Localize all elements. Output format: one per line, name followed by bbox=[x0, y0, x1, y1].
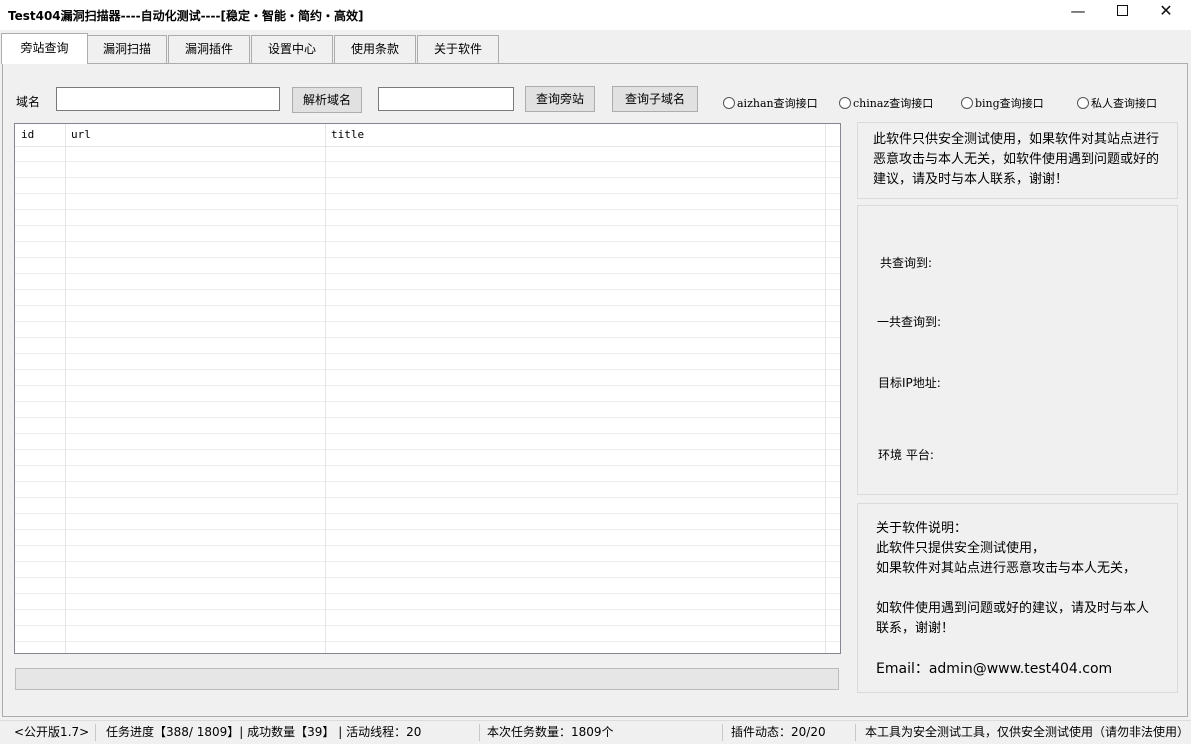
tab-terms[interactable]: 使用条款 bbox=[334, 35, 416, 63]
all-found-label: 一共查询到: bbox=[877, 315, 942, 329]
radio-bing-label: bing查询接口 bbox=[975, 97, 1044, 110]
radio-aizhan-dot bbox=[723, 96, 735, 109]
column-header-id[interactable]: id bbox=[21, 128, 34, 141]
column-header-title[interactable]: title bbox=[331, 128, 364, 141]
ip-input[interactable] bbox=[378, 87, 514, 111]
tab-about[interactable]: 关于软件 bbox=[417, 35, 499, 63]
environment-label: 环境 平台: bbox=[878, 448, 934, 462]
minimize-button[interactable]: — bbox=[1055, 0, 1101, 24]
about-line-1: 此软件只提供安全测试使用， bbox=[876, 541, 1046, 556]
status-separator bbox=[95, 724, 96, 741]
radio-private-dot bbox=[1077, 96, 1089, 109]
query-subdomain-button[interactable]: 查询子域名 bbox=[612, 86, 698, 112]
radio-aizhan-label: aizhan查询接口 bbox=[737, 97, 818, 110]
radio-bing-dot bbox=[961, 96, 973, 109]
column-divider bbox=[325, 124, 326, 653]
tab-strip: 旁站查询 漏洞扫描 漏洞插件 设置中心 使用条款 关于软件 bbox=[0, 33, 1191, 64]
column-divider bbox=[65, 124, 66, 653]
window-title: Test404漏洞扫描器----自动化测试----[稳定・智能・简约・高效] bbox=[8, 9, 364, 23]
status-version: <公开版1.7> bbox=[14, 725, 90, 739]
radio-aizhan[interactable]: aizhan查询接口 bbox=[723, 95, 818, 111]
tab-vuln-scan[interactable]: 漏洞扫描 bbox=[87, 35, 167, 63]
table-header: id url title bbox=[15, 124, 840, 147]
results-table[interactable]: id url title bbox=[14, 123, 841, 654]
about-line-2: 如果软件对其站点进行恶意攻击与本人无关， bbox=[876, 561, 1137, 576]
about-title: 关于软件说明： bbox=[876, 521, 968, 536]
maximize-icon bbox=[1116, 4, 1128, 16]
radio-chinaz-label: chinaz查询接口 bbox=[853, 97, 934, 110]
title-bar: Test404漏洞扫描器----自动化测试----[稳定・智能・简约・高效] —… bbox=[0, 0, 1191, 30]
task-progress-bar bbox=[15, 668, 839, 690]
status-separator bbox=[855, 724, 856, 741]
total-found-label: 共查询到: bbox=[880, 256, 933, 270]
status-separator bbox=[722, 724, 723, 741]
radio-bing[interactable]: bing查询接口 bbox=[961, 95, 1044, 111]
radio-chinaz[interactable]: chinaz查询接口 bbox=[839, 95, 933, 111]
radio-private[interactable]: 私人查询接口 bbox=[1077, 95, 1157, 111]
tab-site-query[interactable]: 旁站查询 bbox=[1, 33, 88, 64]
status-notice: 本工具为安全测试工具，仅供安全测试使用（请勿非法使用） bbox=[865, 725, 1190, 739]
target-ip-label: 目标IP地址: bbox=[878, 376, 941, 390]
column-header-url[interactable]: url bbox=[71, 128, 91, 141]
column-divider bbox=[825, 124, 826, 653]
disclaimer-text: 此软件只供安全测试使用，如果软件对其站点进行恶意攻击与本人无关，如软件使用遇到问… bbox=[873, 132, 1160, 187]
email-text: Email：admin@www.test404.com bbox=[876, 661, 1113, 677]
query-sites-button[interactable]: 查询旁站 bbox=[525, 86, 595, 112]
tab-vuln-plugins[interactable]: 漏洞插件 bbox=[168, 35, 250, 63]
domain-label: 域名 bbox=[16, 95, 41, 109]
status-plugin: 插件动态：20/20 bbox=[731, 725, 826, 739]
radio-private-label: 私人查询接口 bbox=[1091, 97, 1157, 110]
status-bar: <公开版1.7> 任务进度【388/ 1809】| 成功数量【39】 | 活动线… bbox=[0, 720, 1191, 744]
status-separator bbox=[479, 724, 480, 741]
status-task-count: 本次任务数量：1809个 bbox=[487, 725, 614, 739]
domain-input[interactable] bbox=[56, 87, 280, 111]
close-button[interactable]: ✕ bbox=[1143, 0, 1189, 24]
radio-chinaz-dot bbox=[839, 96, 851, 109]
tab-settings[interactable]: 设置中心 bbox=[251, 35, 333, 63]
table-rows bbox=[15, 146, 840, 653]
status-task-progress: 任务进度【388/ 1809】| 成功数量【39】 | 活动线程：20 bbox=[106, 725, 422, 739]
maximize-button[interactable] bbox=[1099, 0, 1145, 24]
about-line-3: 如软件使用遇到问题或好的建议，请及时与本人联系，谢谢！ bbox=[876, 601, 1150, 636]
resolve-domain-button[interactable]: 解析域名 bbox=[292, 87, 362, 113]
